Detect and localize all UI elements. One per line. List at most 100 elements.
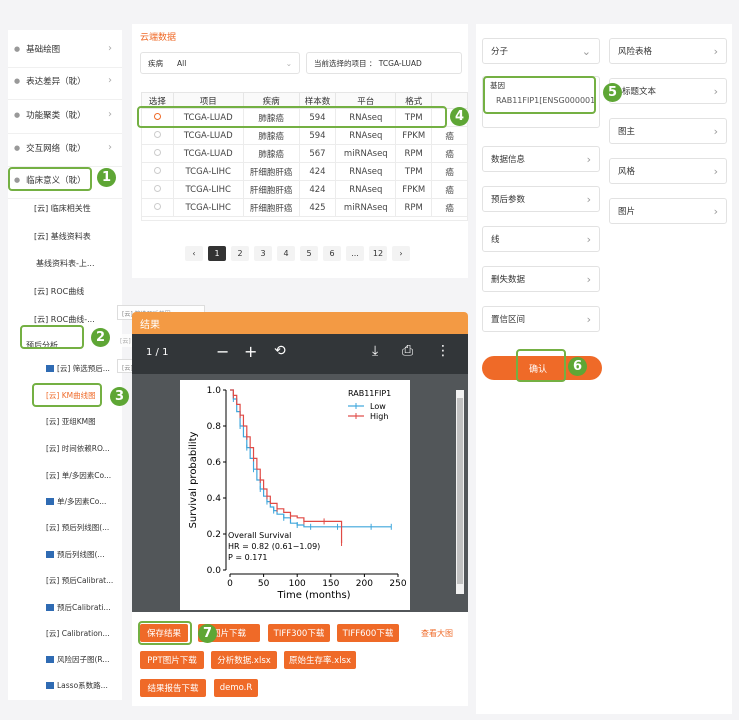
pagination-page[interactable]: 5 <box>300 246 318 261</box>
table-cell: RPM <box>395 198 433 217</box>
chevron-right-icon: › <box>713 124 718 138</box>
pagination-ellipsis: ... <box>346 246 364 261</box>
table-cell: 肝细胞肝癌 <box>242 180 300 199</box>
style-button[interactable]: 风格 › <box>609 158 727 184</box>
pagination-next[interactable]: › <box>392 246 410 261</box>
title-text-button[interactable]: 标题文本 › <box>609 78 727 104</box>
selected-project-label: 当前选择的项目 ： TCGA-LUAD <box>314 58 422 68</box>
sidebar-subitem-time-roc[interactable]: [云] 时间依赖RO... <box>8 433 122 463</box>
line-button[interactable]: 线 › <box>482 226 600 252</box>
row-radio[interactable] <box>153 184 161 192</box>
table-cell: miRNAseq <box>335 198 397 217</box>
tiff600-download-button[interactable]: TIFF600下载 <box>337 624 399 642</box>
zoom-in-button[interactable]: + <box>244 342 257 361</box>
risk-table-button[interactable]: 风险表格 › <box>609 38 727 64</box>
sidebar-item-roc[interactable]: [云] ROC曲线 <box>8 276 122 306</box>
pdf-page: 0.0 0.2 0.4 0.6 0.8 1.0 0 50 100 150 200 250 Time (m… <box>180 380 410 610</box>
pagination-page[interactable]: 4 <box>277 246 295 261</box>
pagination-page[interactable]: 12 <box>369 246 387 261</box>
sidebar-item-label: [云] 基线资料表 <box>34 231 91 241</box>
sidebar-category-label: 交互网络（耽） <box>26 143 86 154</box>
table-cell: 癌 <box>431 198 468 217</box>
sidebar-subitem-nomogram-cloud[interactable]: [云] 预后列线图(... <box>8 512 122 542</box>
sidebar-item-baseline-upload[interactable]: 基线资料表-上... <box>8 248 122 278</box>
rotate-icon[interactable]: ⟲ <box>274 343 286 359</box>
chevron-right-icon: › <box>586 152 591 166</box>
pagination-page[interactable]: 3 <box>254 246 272 261</box>
table-cell: 肺腺癌 <box>242 126 300 145</box>
pagination-page[interactable]: 6 <box>323 246 341 261</box>
analysis-data-button[interactable]: 分析数据.xlsx <box>211 651 277 669</box>
line-label: 线 <box>491 235 500 245</box>
ppt-download-button[interactable]: PPT图片下载 <box>140 651 204 669</box>
table-row[interactable]: TCGA-LIHC 肝细胞肝癌 425 miRNAseq RPM 癌 <box>141 198 468 217</box>
image-button[interactable]: 图片 › <box>609 198 727 224</box>
sidebar-subitem-label: [云] 预后Calibrat... <box>46 575 114 585</box>
molecule-dropdown[interactable]: 分子 ⌄ <box>482 38 600 64</box>
table-cell: FPKM <box>395 126 433 145</box>
sidebar-subitem-label: [云] 单/多因素Co... <box>46 470 112 480</box>
table-row[interactable]: TCGA-LIHC 肝细胞肝癌 424 RNAseq TPM 癌 <box>141 162 468 181</box>
table-cell: RNAseq <box>335 162 397 181</box>
more-icon[interactable]: ⋮ <box>436 343 450 359</box>
result-header: 结果 <box>132 312 468 334</box>
table-row[interactable]: TCGA-LIHC 肝细胞肝癌 424 RNAseq FPKM 癌 <box>141 180 468 199</box>
pagination-page[interactable]: 1 <box>208 246 226 261</box>
y-tick-label: 0.6 <box>207 458 222 468</box>
sidebar-item-baseline-table[interactable]: [云] 基线资料表 <box>8 221 122 251</box>
data-info-button[interactable]: 数据信息 › <box>482 146 600 172</box>
chart-annotation: Overall Survival <box>228 531 291 540</box>
square-icon <box>46 681 54 689</box>
table-row-partial <box>141 216 468 221</box>
sidebar-subitem-calibration-cloud[interactable]: [云] 预后Calibrat... <box>8 565 122 595</box>
legend-label: Low <box>370 402 386 411</box>
tiff300-download-button[interactable]: TIFF300下载 <box>268 624 330 642</box>
view-large-link[interactable]: 查看大图 <box>421 628 453 639</box>
cloud-data-title: 云端数据 <box>140 33 177 43</box>
report-download-button[interactable]: 结果报告下载 <box>140 679 206 697</box>
chevron-right-icon: › <box>108 75 112 86</box>
legend-label: High <box>370 412 388 421</box>
square-icon <box>46 550 54 558</box>
sidebar-item-label: [云] 临床相关性 <box>34 203 91 213</box>
table-cell <box>141 198 174 217</box>
page-indicator: 1 / 1 <box>146 347 169 358</box>
x-tick-label: 0 <box>227 579 233 589</box>
demo-r-button[interactable]: demo.R <box>214 679 258 697</box>
chevron-right-icon: › <box>586 312 591 326</box>
square-icon <box>46 497 54 505</box>
pagination-page[interactable]: 2 <box>231 246 249 261</box>
chevron-right-icon: › <box>713 204 718 218</box>
pagination-prev[interactable]: ‹ <box>185 246 203 261</box>
disease-select[interactable]: 疾病 All ⌄ <box>140 52 300 74</box>
sidebar-category-label: 功能聚类（耽） <box>26 110 86 121</box>
highlight-box <box>20 325 84 349</box>
confidence-interval-button[interactable]: 置信区间 › <box>482 306 600 332</box>
prognosis-params-label: 预后参数 <box>491 195 526 205</box>
raw-survival-button[interactable]: 原始生存率.xlsx <box>284 651 356 669</box>
legend-button[interactable]: 图主 › <box>609 118 727 144</box>
print-icon[interactable]: ⎙ <box>402 343 413 359</box>
prognosis-params-button[interactable]: 预后参数 › <box>482 186 600 212</box>
sidebar-subitem-screen-prognostic[interactable]: [云] 筛选预后... <box>8 353 122 383</box>
scrollbar-thumb[interactable] <box>457 398 463 584</box>
sidebar-subitem-lasso[interactable]: Lasso系数路... <box>8 670 122 700</box>
scrollbar-track[interactable] <box>456 390 464 594</box>
cloud-data-panel: 云端数据 疾病 All ⌄ 当前选择的项目 ： TCGA-LUAD 选择 项目 … <box>132 24 468 278</box>
table-cell: miRNAseq <box>335 144 397 163</box>
sidebar-item-clinical-correlation[interactable]: [云] 临床相关性 <box>8 193 122 223</box>
row-radio[interactable] <box>153 202 161 210</box>
table-row[interactable]: TCGA-LUAD 肺腺癌 594 RNAseq FPKM 癌 <box>141 126 468 145</box>
row-radio[interactable] <box>153 130 161 138</box>
download-icon[interactable]: ⤓ <box>372 343 378 359</box>
zoom-out-button[interactable]: − <box>216 342 229 361</box>
sidebar-item-label: 基线资料表-上... <box>36 258 95 268</box>
row-radio[interactable] <box>153 148 161 156</box>
step-badge: 2 <box>91 328 110 347</box>
sidebar-subitem-subgroup-km[interactable]: [云] 亚组KM图 <box>8 406 122 436</box>
table-row[interactable]: TCGA-LUAD 肺腺癌 567 miRNAseq RPM 癌 <box>141 144 468 163</box>
row-radio[interactable] <box>153 166 161 174</box>
sidebar-category-expression[interactable]: ● 表达差异（耽） › <box>8 62 122 100</box>
highlight-box <box>483 76 596 114</box>
censored-data-button[interactable]: 删失数据 › <box>482 266 600 292</box>
